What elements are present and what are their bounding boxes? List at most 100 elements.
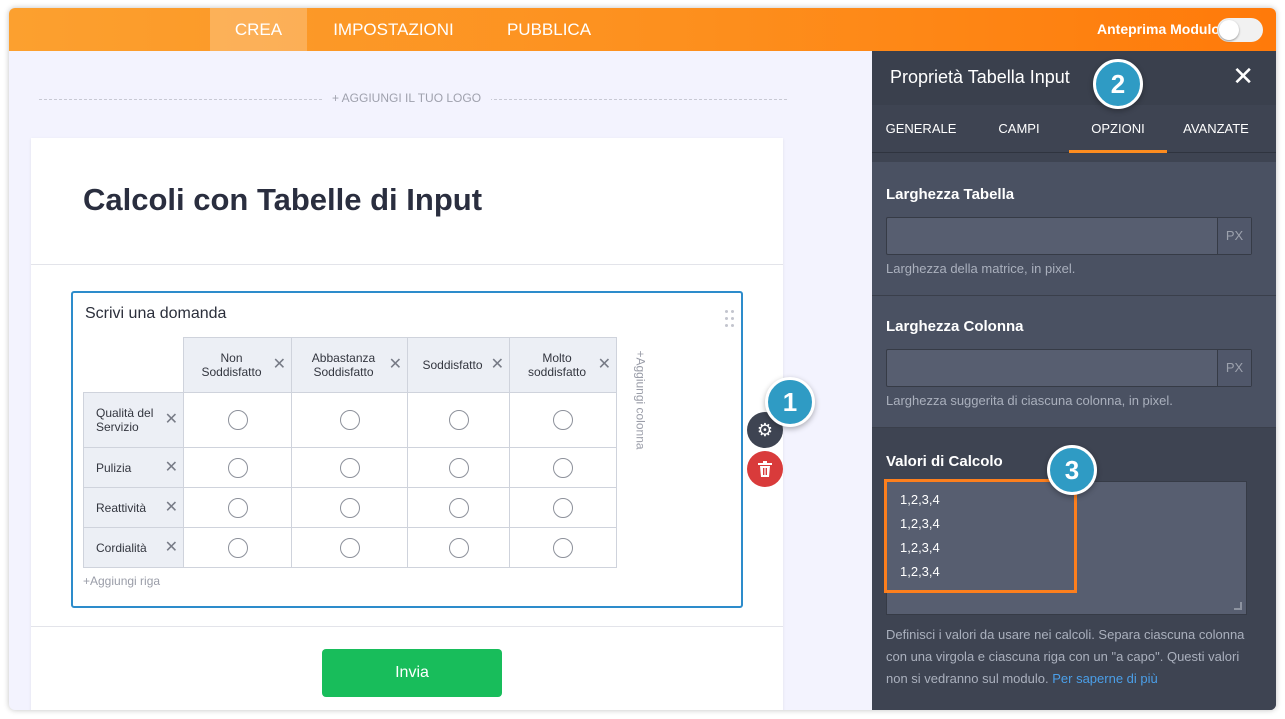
table-cell (407, 487, 510, 528)
submit-button[interactable]: Invia (322, 649, 502, 697)
remove-row-icon[interactable]: ✕ (165, 459, 178, 476)
trash-icon (758, 460, 772, 477)
table-row: Qualità del Servizio ✕ (83, 392, 617, 448)
remove-column-icon[interactable]: ✕ (598, 357, 611, 373)
tab-crea[interactable]: CREA (210, 8, 307, 51)
callout-badge-3: 3 (1047, 445, 1097, 495)
table-width-label: Larghezza Tabella (886, 186, 1015, 203)
px-unit: PX (1217, 218, 1251, 254)
radio-button[interactable] (227, 497, 248, 518)
column-header[interactable]: Abbastanza Soddisfatto ✕ (291, 337, 408, 393)
add-row-link[interactable]: +Aggiungi riga (83, 574, 160, 588)
radio-button[interactable] (227, 537, 248, 558)
form-title[interactable]: Calcoli con Tabelle di Input (83, 182, 482, 218)
toggle-knob (1219, 20, 1239, 40)
table-cell (509, 487, 617, 528)
radio-button[interactable] (448, 410, 469, 430)
panel-header: Proprietà Tabella Input ✕ (872, 51, 1276, 105)
question-label[interactable]: Scrivi una domanda (85, 305, 226, 323)
title-divider (31, 264, 783, 265)
drag-handle-icon[interactable] (725, 310, 737, 330)
remove-column-icon[interactable]: ✕ (491, 357, 504, 373)
form-card: Calcoli con Tabelle di Input Scrivi una … (31, 138, 783, 710)
callout-badge-2: 2 (1093, 59, 1143, 109)
column-width-input[interactable]: PX (886, 349, 1252, 387)
table-cell (407, 527, 510, 568)
radio-button[interactable] (553, 497, 573, 518)
radio-button[interactable] (227, 410, 248, 430)
table-cell (407, 392, 510, 448)
preview-label: Anteprima Modulo (1097, 21, 1220, 37)
calc-values-label: Valori di Calcolo (886, 453, 1003, 470)
table-row: Reattività ✕ (83, 487, 617, 528)
radio-button[interactable] (227, 457, 248, 478)
input-table-field[interactable]: Scrivi una domanda Non Soddisfatto ✕ Abba… (71, 291, 743, 608)
remove-column-icon[interactable]: ✕ (273, 357, 286, 373)
app-frame: CREA IMPOSTAZIONI PUBBLICA Anteprima Mod… (9, 8, 1276, 710)
learn-more-link[interactable]: Per saperne di più (1052, 671, 1158, 686)
add-logo-link[interactable]: + AGGIUNGI IL TUO LOGO (322, 91, 492, 105)
table-cell (183, 447, 292, 488)
table-cell (291, 527, 408, 568)
column-width-hint: Larghezza suggerita di ciascuna colonna,… (886, 393, 1173, 408)
column-header[interactable]: Non Soddisfatto ✕ (183, 337, 292, 393)
remove-row-icon[interactable]: ✕ (165, 539, 178, 556)
table-corner (84, 338, 184, 393)
column-header-label: Abbastanza Soddisfatto (311, 351, 376, 379)
tab-pubblica[interactable]: PUBBLICA (497, 8, 601, 51)
radio-button[interactable] (448, 457, 469, 478)
table-row: Cordialità ✕ (83, 527, 617, 568)
close-icon[interactable]: ✕ (1232, 61, 1254, 91)
table-cell (183, 392, 292, 448)
radio-button[interactable] (339, 410, 360, 430)
table-width-hint: Larghezza della matrice, in pixel. (886, 261, 1076, 276)
resize-grip-icon[interactable] (1234, 602, 1242, 610)
tab-opzioni[interactable]: OPZIONI (1069, 105, 1167, 153)
preview-toggle[interactable] (1217, 18, 1263, 42)
row-header-label: Reattività (96, 500, 147, 515)
row-header[interactable]: Qualità del Servizio ✕ (83, 392, 184, 448)
panel-title: Proprietà Tabella Input (890, 67, 1070, 87)
column-width-label: Larghezza Colonna (886, 318, 1024, 335)
radio-button[interactable] (339, 537, 360, 558)
radio-button[interactable] (553, 457, 573, 478)
tab-impostazioni[interactable]: IMPOSTAZIONI (321, 8, 466, 51)
submit-divider (31, 626, 783, 627)
column-header-label: Non Soddisfatto (201, 351, 262, 379)
add-column-link[interactable]: +Aggiungi colonna (633, 343, 648, 463)
remove-row-icon[interactable]: ✕ (165, 412, 178, 428)
column-header[interactable]: Soddisfatto ✕ (407, 337, 510, 393)
radio-button[interactable] (339, 497, 360, 518)
row-header[interactable]: Pulizia ✕ (83, 447, 184, 488)
table-cell (509, 527, 617, 568)
column-header[interactable]: Molto soddisfatto ✕ (509, 337, 617, 393)
row-header[interactable]: Cordialità ✕ (83, 527, 184, 568)
radio-button[interactable] (553, 410, 573, 430)
highlight-box (884, 479, 1077, 593)
properties-panel: Proprietà Tabella Input ✕ GENERALE CAMPI… (872, 51, 1276, 710)
row-header-label: Qualità del Servizio (96, 406, 154, 434)
radio-button[interactable] (339, 457, 360, 478)
row-header-label: Pulizia (96, 460, 132, 475)
table-cell (291, 392, 408, 448)
add-column-label: +Aggiungi colonna (633, 350, 648, 450)
panel-tabs: GENERALE CAMPI OPZIONI AVANZATE (872, 105, 1276, 153)
table-cell (291, 487, 408, 528)
tab-avanzate[interactable]: AVANZATE (1167, 105, 1265, 153)
calc-values-hint: Definisci i valori da usare nei calcoli.… (886, 624, 1246, 690)
radio-button[interactable] (448, 497, 469, 518)
table-cell (509, 447, 617, 488)
callout-badge-1: 1 (765, 377, 815, 427)
remove-row-icon[interactable]: ✕ (165, 499, 178, 516)
column-header-label: Soddisfatto (422, 358, 483, 372)
table-width-input[interactable]: PX (886, 217, 1252, 255)
remove-column-icon[interactable]: ✕ (389, 357, 402, 373)
radio-button[interactable] (448, 537, 469, 558)
tab-campi[interactable]: CAMPI (970, 105, 1068, 153)
table-cell (509, 392, 617, 448)
radio-button[interactable] (553, 537, 573, 558)
header-row: Non Soddisfatto ✕ Abbastanza Soddisfatto ✕… (84, 337, 617, 393)
row-header[interactable]: Reattività ✕ (83, 487, 184, 528)
delete-field-button[interactable] (747, 451, 783, 487)
tab-generale[interactable]: GENERALE (872, 105, 970, 153)
